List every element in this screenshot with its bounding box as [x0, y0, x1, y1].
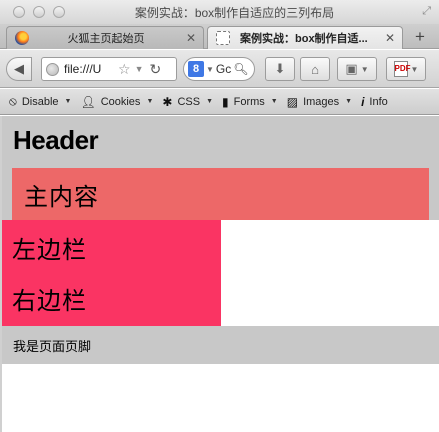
info-menu[interactable]: i Info: [361, 95, 388, 109]
url-bar[interactable]: file:///U ☆ ▼ ↻: [41, 57, 177, 81]
chevron-down-icon: ▼: [64, 98, 72, 105]
search-icon[interactable]: 🔍︎: [233, 62, 248, 76]
left-sidebar-text: 左边栏: [12, 236, 87, 264]
disable-label: Disable: [21, 95, 59, 108]
home-icon: ⌂: [311, 61, 319, 77]
forms-menu[interactable]: ▮ Forms ▼: [222, 95, 278, 109]
window-title: 案例实战：box制作自适应的三列布局: [134, 6, 335, 20]
chevron-down-icon: ▼: [410, 64, 419, 74]
back-arrow-icon: ◀: [14, 61, 24, 76]
chevron-down-icon: ▼: [146, 98, 154, 105]
person-icon: 👤︎: [80, 94, 96, 109]
fullscreen-icon[interactable]: ⤢: [422, 5, 431, 18]
footer-text: 我是页面页脚: [13, 340, 92, 355]
page-footer: 我是页面页脚: [0, 326, 439, 364]
url-text[interactable]: file:///U: [64, 62, 116, 76]
images-label: Images: [303, 95, 340, 108]
cookies-menu[interactable]: 👤︎ Cookies ▼: [80, 95, 153, 109]
url-dropdown-icon[interactable]: ▼: [135, 64, 144, 74]
minimize-window-button[interactable]: [33, 6, 45, 18]
home-button[interactable]: ⌂: [300, 57, 330, 81]
close-tab-icon[interactable]: ✕: [382, 31, 398, 45]
gear-icon: ✱: [162, 94, 173, 109]
css-label: CSS: [177, 95, 201, 108]
download-arrow-icon: ⬇: [274, 61, 286, 76]
search-input[interactable]: Gc: [216, 62, 231, 76]
blank-page-icon: [216, 31, 230, 45]
chevron-down-icon: ▼: [360, 64, 369, 74]
window-titlebar: 案例实战：box制作自适应的三列布局 ⤢: [0, 0, 439, 24]
new-tab-button[interactable]: +: [407, 27, 433, 47]
bookmarks-icon: ▣: [345, 61, 358, 76]
window-left-edge: [0, 116, 2, 432]
page-viewport: Header 主内容 左边栏 右边栏 我是页面页脚: [0, 116, 439, 432]
main-content-text: 主内容: [24, 182, 99, 211]
firefox-icon: [15, 31, 29, 45]
no-entry-icon: ⦸: [9, 94, 17, 108]
chevron-down-icon: ▼: [206, 98, 213, 105]
images-menu[interactable]: ▨ Images ▼: [287, 95, 352, 109]
tab-firefox-start[interactable]: 火狐主页起始页 ✕: [6, 26, 204, 49]
info-label: Info: [369, 95, 388, 108]
chevron-down-icon: ▼: [270, 98, 278, 105]
css-menu[interactable]: ✱ CSS ▼: [162, 95, 213, 109]
downloads-button[interactable]: ⬇: [265, 57, 295, 81]
globe-icon: [46, 62, 59, 76]
zoom-window-button[interactable]: [53, 6, 65, 18]
clipboard-icon: ▮: [222, 94, 229, 109]
main-content: 主内容: [12, 168, 429, 220]
search-bar[interactable]: 8 ▼ Gc 🔍︎: [183, 57, 255, 81]
disable-menu[interactable]: ⦸ Disable ▼: [9, 94, 71, 109]
cookies-label: Cookies: [100, 95, 141, 108]
chevron-down-icon: ▼: [345, 98, 353, 105]
web-developer-toolbar: ⦸ Disable ▼ 👤︎ Cookies ▼ ✱ CSS ▼ ▮ Forms…: [0, 89, 439, 115]
bookmarks-button[interactable]: ▣ ▼: [337, 57, 377, 81]
image-icon: ▨: [286, 94, 299, 109]
tab-strip: 火狐主页起始页 ✕ 案例实战：box制作自适... ✕ +: [0, 24, 439, 49]
close-window-button[interactable]: [13, 6, 25, 18]
back-button[interactable]: ◀: [6, 57, 32, 81]
tab-box-layout[interactable]: 案例实战：box制作自适... ✕: [207, 26, 403, 49]
reload-icon[interactable]: ↻: [149, 61, 161, 78]
google-icon[interactable]: 8: [188, 61, 204, 77]
close-tab-icon[interactable]: ✕: [183, 31, 199, 45]
search-engine-dropdown-icon[interactable]: ▼: [206, 65, 214, 74]
info-icon: i: [361, 94, 365, 109]
page-header: Header 主内容: [0, 116, 439, 220]
bookmark-star-icon[interactable]: ☆: [118, 61, 131, 78]
navigation-toolbar: ◀ file:///U ☆ ▼ ↻ 8 ▼ Gc 🔍︎ ⬇ ⌂ ▣ ▼ PDF …: [0, 50, 439, 88]
pdf-icon: PDF: [393, 61, 411, 77]
right-sidebar-text: 右边栏: [12, 287, 87, 315]
sidebar-column: 左边栏 右边栏: [2, 220, 221, 326]
tab-label: 案例实战：box制作自适...: [240, 33, 368, 45]
tab-label: 火狐主页起始页: [67, 33, 145, 45]
header-title: Header: [13, 125, 99, 155]
pdf-extension-button[interactable]: PDF ▼: [386, 57, 426, 81]
forms-label: Forms: [233, 95, 265, 108]
